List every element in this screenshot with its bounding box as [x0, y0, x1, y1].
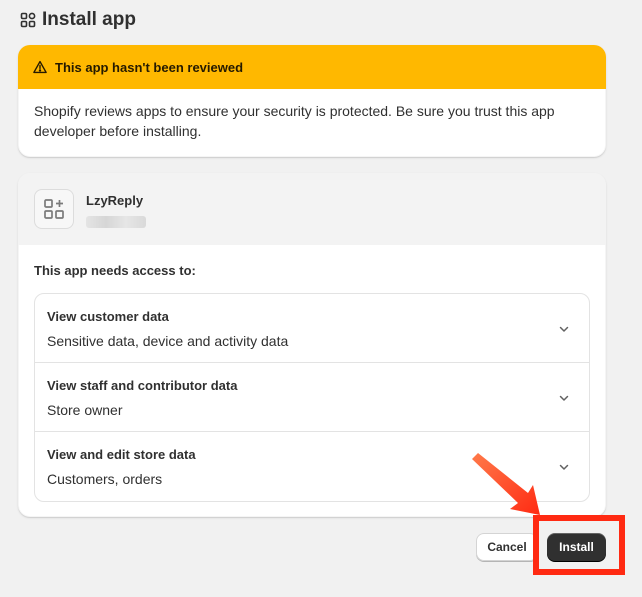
warning-title: This app hasn't been reviewed — [55, 59, 244, 75]
app-permissions-card: LzyReply This app needs access to: View … — [18, 173, 606, 517]
cancel-button[interactable]: Cancel — [476, 533, 538, 561]
warning-header: This app hasn't been reviewed — [18, 45, 606, 89]
alert-triangle-icon — [33, 60, 47, 74]
warning-body: Shopify reviews apps to ensure your secu… — [34, 103, 555, 139]
permission-title: View and edit store data — [47, 447, 196, 462]
permission-list: View customer data Sensitive data, devic… — [34, 293, 590, 502]
permission-item-staff-data[interactable]: View staff and contributor data Store ow… — [35, 363, 589, 432]
permission-description: Store owner — [47, 402, 123, 418]
app-summary: LzyReply — [18, 173, 606, 245]
chevron-down-icon[interactable] — [557, 460, 571, 474]
chevron-down-icon[interactable] — [557, 322, 571, 336]
developer-name-redacted — [86, 216, 146, 228]
permission-title: View customer data — [47, 309, 169, 324]
chevron-down-icon[interactable] — [557, 391, 571, 405]
apps-plus-icon — [44, 199, 64, 219]
apps-icon — [20, 12, 36, 28]
app-logo — [34, 189, 74, 229]
permission-item-store-data[interactable]: View and edit store data Customers, orde… — [35, 432, 589, 501]
app-name: LzyReply — [86, 193, 144, 208]
permission-description: Customers, orders — [47, 471, 163, 487]
permission-description: Sensitive data, device and activity data — [47, 333, 289, 349]
unreviewed-warning-banner: This app hasn't been reviewed Shopify re… — [18, 45, 606, 157]
page-title: Install app — [42, 9, 136, 30]
permission-item-customer-data[interactable]: View customer data Sensitive data, devic… — [35, 294, 589, 363]
access-section-title: This app needs access to: — [34, 263, 196, 278]
install-button[interactable]: Install — [547, 533, 606, 561]
permission-title: View staff and contributor data — [47, 378, 238, 393]
page-header: Install app — [20, 9, 136, 31]
